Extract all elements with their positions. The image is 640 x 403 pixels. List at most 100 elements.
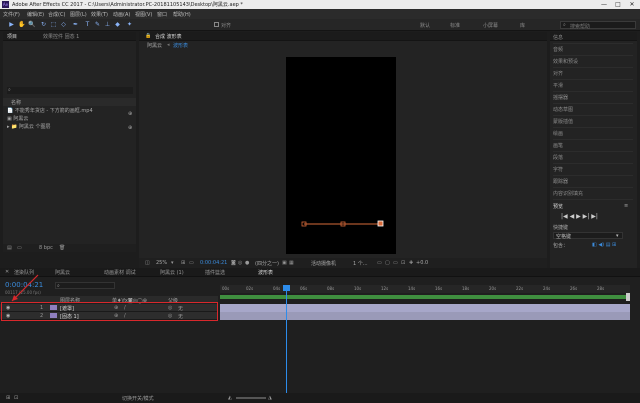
toggle-switches-modes[interactable]: 切换开关/模式 bbox=[122, 395, 154, 402]
toggle-icon[interactable]: ⊞ bbox=[6, 395, 10, 401]
mask-icon[interactable]: ▭ bbox=[189, 260, 194, 266]
pan-behind-tool-icon[interactable]: ◇ bbox=[60, 21, 67, 29]
lock-icon[interactable]: 🔒 bbox=[145, 33, 151, 39]
tab-comp-2[interactable]: 动画素材 调试 bbox=[104, 269, 136, 276]
panel-mask-interpolation[interactable]: 蒙版插值 bbox=[553, 116, 633, 128]
zoom-value[interactable]: 25% bbox=[156, 260, 167, 266]
work-area-end-handle[interactable] bbox=[626, 293, 630, 301]
zoom-in-icon[interactable]: ◮ bbox=[268, 395, 272, 401]
toggle-icon[interactable]: ▭ bbox=[377, 260, 382, 266]
breadcrumb-item[interactable]: 波形表 bbox=[173, 42, 188, 49]
menu-help[interactable]: 帮助(H) bbox=[173, 11, 191, 18]
panel-paragraph[interactable]: 段落 bbox=[553, 152, 633, 164]
menu-effect[interactable]: 效果(T) bbox=[91, 11, 108, 18]
current-time-display[interactable]: 0:00:04:21 bbox=[200, 260, 227, 266]
overlay-toggle-icon[interactable]: ▤ bbox=[606, 242, 611, 248]
anchor-point[interactable] bbox=[377, 220, 384, 227]
brush-tool-icon[interactable]: ✎ bbox=[94, 21, 101, 29]
hand-tool-icon[interactable]: ✋ bbox=[18, 21, 25, 29]
shortcut-dropdown[interactable]: 空格键 ▾ bbox=[553, 232, 623, 240]
zoom-out-icon[interactable]: ◭ bbox=[228, 395, 232, 401]
breadcrumb-item[interactable]: 阿黑云 bbox=[147, 42, 162, 49]
new-folder-icon[interactable]: ▭ bbox=[17, 245, 22, 251]
previous-frame-button[interactable]: ◀ bbox=[570, 213, 575, 220]
menu-layer[interactable]: 图层(L) bbox=[70, 11, 87, 18]
transparency-grid-icon[interactable]: ▦ bbox=[289, 260, 294, 266]
camera-dropdown[interactable]: 活动摄像机 bbox=[311, 260, 336, 267]
composition-viewer[interactable] bbox=[286, 57, 396, 254]
views-dropdown[interactable]: 1 个... bbox=[353, 260, 368, 267]
next-frame-button[interactable]: ▶| bbox=[583, 213, 590, 220]
project-item[interactable]: ▣ 阿黑云 bbox=[7, 116, 28, 122]
menu-animation[interactable]: 动画(A) bbox=[113, 11, 130, 18]
project-item[interactable]: 📄 不能秀年货店 - 下方箭的画框.mp4 bbox=[7, 108, 93, 114]
pen-tool-icon[interactable]: ✒ bbox=[72, 21, 79, 29]
panel-info[interactable]: 信息 bbox=[553, 32, 633, 44]
tab-project[interactable]: 项目 bbox=[7, 33, 17, 40]
minimize-button[interactable]: — bbox=[597, 0, 611, 9]
play-button[interactable]: ▶ bbox=[576, 213, 581, 220]
panel-menu-icon[interactable]: ≡ bbox=[624, 203, 628, 209]
tab-composition[interactable]: 合成 波形表 bbox=[155, 33, 182, 40]
panel-wiggler[interactable]: 摇摆器 bbox=[553, 92, 633, 104]
show-snapshot-icon[interactable]: ◎ bbox=[238, 260, 242, 266]
panel-character[interactable]: 字符 bbox=[553, 164, 633, 176]
project-search-input[interactable]: ⌕ bbox=[7, 87, 133, 94]
menu-view[interactable]: 视图(V) bbox=[135, 11, 152, 18]
puppet-tool-icon[interactable]: ✦ bbox=[126, 21, 133, 29]
grid-icon[interactable]: ⊞ bbox=[181, 260, 185, 266]
tab-comp-active[interactable]: 波形表 bbox=[258, 269, 273, 276]
preview-icon[interactable]: ◫ bbox=[145, 260, 150, 266]
close-button[interactable]: ✕ bbox=[625, 0, 639, 9]
bpc-label[interactable]: 8 bpc bbox=[39, 245, 53, 251]
work-area-bar[interactable] bbox=[220, 295, 630, 299]
last-frame-button[interactable]: ▶| bbox=[591, 213, 598, 220]
clone-tool-icon[interactable]: ⊥ bbox=[104, 21, 111, 29]
region-of-interest-icon[interactable]: ▣ bbox=[282, 260, 287, 266]
menu-edit[interactable]: 编辑(E) bbox=[27, 11, 44, 18]
tab-effect-controls[interactable]: 效果控件 固态 1 bbox=[43, 33, 79, 40]
workspace-standard[interactable]: 标准 bbox=[450, 22, 460, 29]
panel-tracker[interactable]: 跟踪器 bbox=[553, 176, 633, 188]
panel-brushes[interactable]: 画笔 bbox=[553, 140, 633, 152]
toggle-icon[interactable]: ▢ bbox=[385, 260, 390, 266]
panel-content-aware-fill[interactable]: 内容识别填充 bbox=[553, 188, 633, 200]
eraser-tool-icon[interactable]: ◆ bbox=[114, 21, 121, 29]
workspace-default[interactable]: 默认 bbox=[420, 22, 430, 29]
zoom-slider[interactable] bbox=[236, 397, 266, 399]
exposure-value[interactable]: +0.0 bbox=[416, 260, 428, 266]
resolution-dropdown[interactable]: (四分之一) bbox=[255, 260, 279, 267]
column-name[interactable]: 名称 bbox=[11, 99, 21, 106]
camera-snapshot-icon[interactable]: ◙ bbox=[231, 260, 236, 266]
video-toggle-icon[interactable]: ◧ bbox=[592, 242, 597, 248]
workspace-library[interactable]: 库 bbox=[520, 22, 525, 29]
menu-composition[interactable]: 合成(C) bbox=[48, 11, 65, 18]
first-frame-button[interactable]: |◀ bbox=[561, 213, 568, 220]
toggle-icon[interactable]: ⊡ bbox=[401, 260, 405, 266]
tab-comp-3[interactable]: 阿黑云 (1) bbox=[160, 269, 184, 276]
panel-motion-sketch[interactable]: 动态草图 bbox=[553, 104, 633, 116]
toggle-icon[interactable]: ⊡ bbox=[14, 395, 18, 401]
workspace-small[interactable]: 小屏幕 bbox=[483, 22, 498, 29]
layer-duration-bar[interactable] bbox=[220, 312, 630, 320]
toggle-icon[interactable]: ▭ bbox=[393, 260, 398, 266]
camera-tool-icon[interactable]: ⬚ bbox=[50, 21, 57, 29]
selection-tool-icon[interactable]: ▶ bbox=[8, 21, 15, 29]
zoom-tool-icon[interactable]: 🔍 bbox=[28, 21, 35, 29]
panel-align[interactable]: 对齐 bbox=[553, 68, 633, 80]
color-channel-icon[interactable]: ● bbox=[245, 260, 249, 266]
panel-smoother[interactable]: 平滑 bbox=[553, 80, 633, 92]
project-item[interactable]: ▸ 📁 阿黑云 个图层 bbox=[7, 124, 51, 130]
panel-paint[interactable]: 绘画 bbox=[553, 128, 633, 140]
tab-comp-1[interactable]: 阿黑云 bbox=[55, 269, 70, 276]
layer-duration-bar[interactable] bbox=[220, 304, 630, 312]
panel-audio[interactable]: 音频 bbox=[553, 44, 633, 56]
tab-comp-4[interactable]: 插件篮选 bbox=[205, 269, 225, 276]
rotate-tool-icon[interactable]: ↻ bbox=[40, 21, 47, 29]
audio-toggle-icon[interactable]: ◀) bbox=[598, 242, 604, 248]
align-checkbox[interactable] bbox=[214, 22, 219, 27]
help-search-box[interactable]: ⌕ 搜索帮助 bbox=[560, 21, 636, 30]
type-tool-icon[interactable]: T bbox=[84, 21, 91, 29]
menu-file[interactable]: 文件(F) bbox=[3, 11, 20, 18]
layer-controls-icon[interactable]: ⊞ bbox=[612, 242, 616, 248]
